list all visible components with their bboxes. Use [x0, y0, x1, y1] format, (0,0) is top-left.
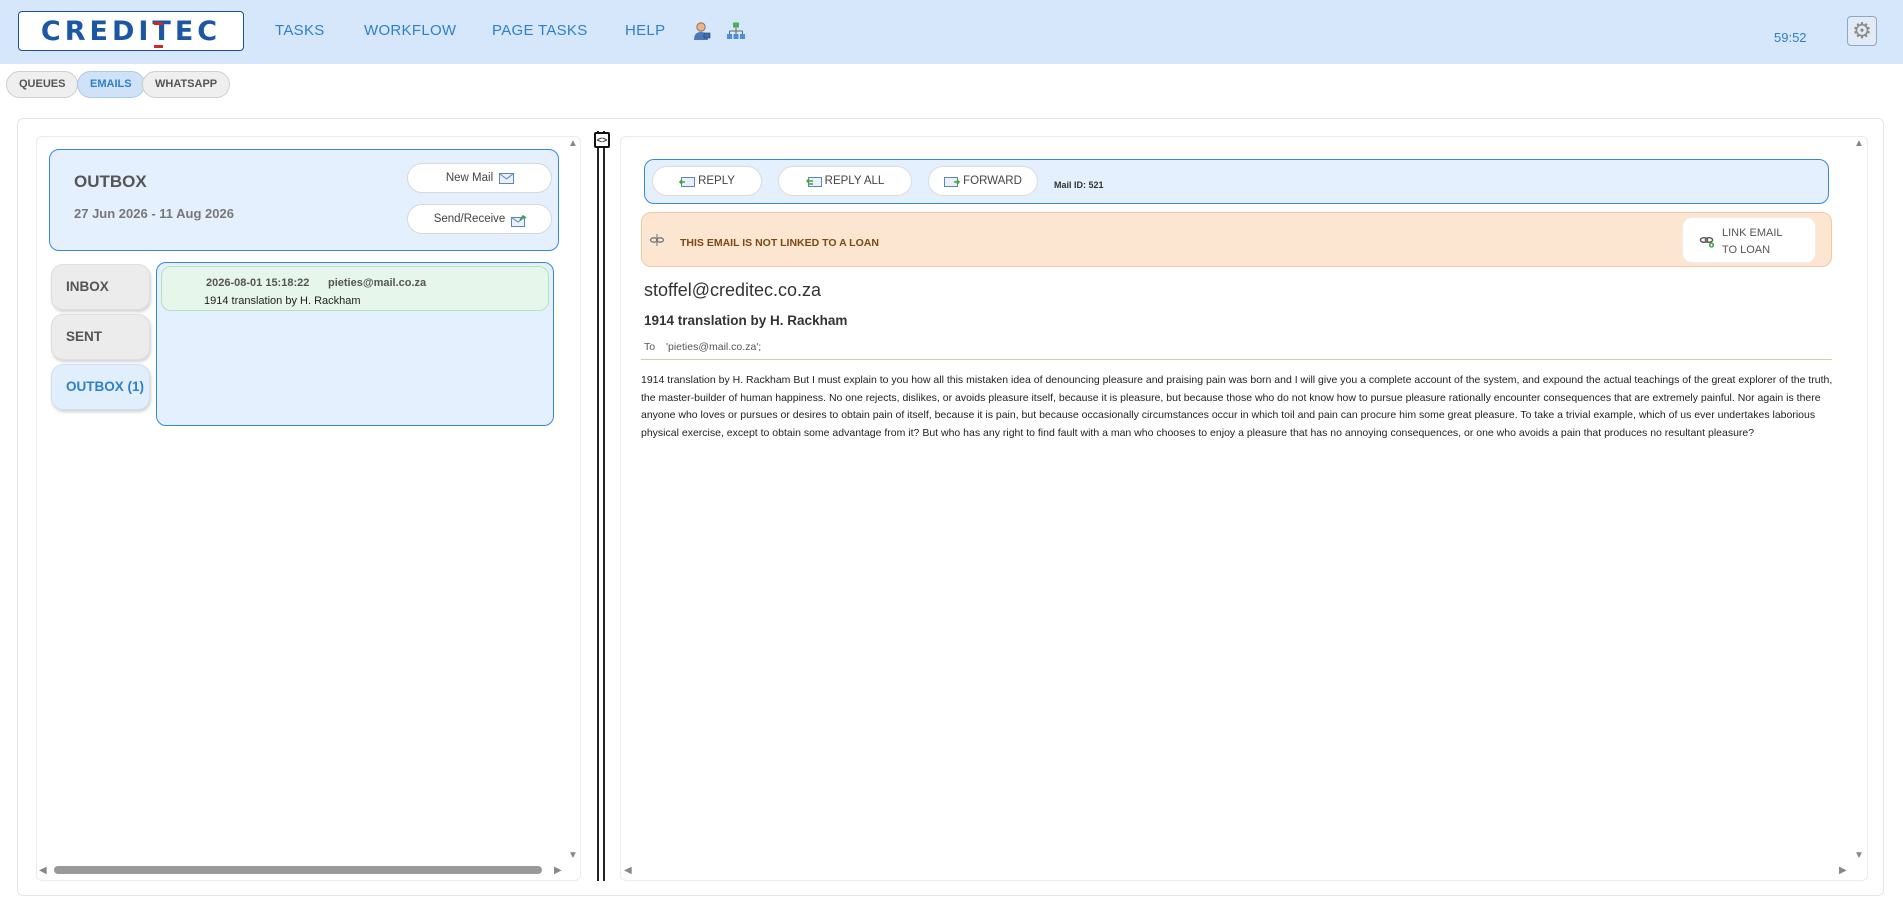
forward-label: FORWARD	[963, 175, 1022, 187]
tab-queues[interactable]: QUEUES	[6, 71, 79, 98]
scroll-right-arrow[interactable]: ▶	[554, 865, 562, 876]
reply-all-button[interactable]: REPLY ALL	[778, 166, 912, 196]
mail-list: 2026-08-01 15:18:22 pieties@mail.co.za 1…	[156, 262, 554, 426]
session-timer: 59:52	[1774, 30, 1807, 45]
send-receive-label: Send/Receive	[433, 213, 506, 225]
user-icon[interactable]	[692, 21, 712, 41]
folder-sent[interactable]: SENT	[51, 314, 150, 360]
scroll-left-arrow[interactable]: ◀	[39, 865, 47, 876]
folder-title: OUTBOX	[74, 172, 147, 191]
reading-scroll-down-arrow[interactable]: ▼	[1854, 850, 1864, 861]
folder-header-card: OUTBOX 27 Jun 2026 - 11 Aug 2026 New Mai…	[49, 149, 559, 251]
link-label-line1: LINK EMAIL	[1722, 227, 1783, 239]
nav-help[interactable]: HELP	[625, 22, 665, 39]
reply-label: REPLY	[698, 175, 735, 187]
reading-scroll-left-arrow[interactable]: ◀	[624, 865, 632, 876]
email-body: 1914 translation by H. Rackham But I mus…	[641, 374, 1833, 439]
send-receive-button[interactable]: Send/Receive	[407, 204, 552, 234]
email-action-bar: REPLY REPLY ALL FORWARD Mail ID: 521	[644, 159, 1829, 204]
scroll-up-arrow[interactable]: ▲	[568, 138, 578, 149]
logo-accent-mark	[153, 21, 163, 48]
new-mail-label: New Mail	[445, 172, 494, 184]
reply-all-icon	[805, 176, 822, 187]
new-mail-button[interactable]: New Mail	[407, 163, 552, 193]
creditec-logo[interactable]: CREDITEC	[18, 11, 244, 51]
panel-splitter[interactable]	[597, 131, 605, 881]
date-range: 27 Jun 2026 - 11 Aug 2026	[74, 206, 234, 221]
top-bar: CREDITEC TASKS WORKFLOW PAGE TASKS HELP …	[0, 0, 1903, 64]
to-label: To	[644, 341, 656, 353]
tab-whatsapp[interactable]: WHATSAPP	[142, 71, 231, 98]
nav-page-tasks[interactable]: PAGE TASKS	[492, 22, 588, 39]
mail-id: Mail ID: 521	[1054, 180, 1104, 190]
loan-link-warning: THIS EMAIL IS NOT LINKED TO A LOAN LINK …	[641, 212, 1832, 267]
header-divider	[641, 359, 1832, 360]
email-from: stoffel@creditec.co.za	[644, 280, 822, 300]
nav-workflow[interactable]: WORKFLOW	[364, 22, 456, 39]
folder-outbox[interactable]: OUTBOX (1)	[51, 364, 150, 410]
gear-icon: ⚙	[1852, 18, 1872, 43]
scroll-down-arrow[interactable]: ▼	[568, 850, 578, 861]
link-email-to-loan-button[interactable]: LINK EMAIL TO LOAN	[1682, 217, 1816, 263]
forward-icon	[944, 176, 961, 187]
tab-emails[interactable]: EMAILS	[77, 71, 145, 98]
unlink-icon	[649, 233, 665, 252]
send-receive-icon	[511, 214, 527, 227]
reply-all-label: REPLY ALL	[824, 175, 885, 187]
warning-text: THIS EMAIL IS NOT LINKED TO A LOAN	[680, 237, 879, 249]
mail-sender: pieties@mail.co.za	[328, 277, 427, 289]
link-label-line2: TO LOAN	[1722, 244, 1771, 256]
splitter-handle-icon[interactable]: <>	[594, 132, 610, 148]
email-subject: 1914 translation by H. Rackham	[644, 313, 848, 328]
envelope-icon	[499, 172, 515, 184]
horizontal-scrollbar[interactable]	[54, 866, 542, 874]
reading-scroll-up-arrow[interactable]: ▲	[1854, 138, 1864, 149]
mail-date: 2026-08-01 15:18:22	[206, 277, 310, 289]
reply-button[interactable]: REPLY	[652, 166, 762, 196]
forward-button[interactable]: FORWARD	[928, 166, 1038, 196]
link-icon	[1699, 234, 1715, 253]
org-chart-icon[interactable]	[726, 21, 746, 41]
to-recipients: 'pieties@mail.co.za';	[666, 341, 762, 353]
settings-button[interactable]: ⚙	[1847, 16, 1877, 46]
mail-subject: 1914 translation by H. Rackham	[204, 295, 361, 307]
list-item[interactable]: 2026-08-01 15:18:22 pieties@mail.co.za 1…	[161, 266, 549, 311]
folder-inbox[interactable]: INBOX	[51, 264, 150, 310]
nav-tasks[interactable]: TASKS	[275, 22, 325, 39]
reading-scroll-right-arrow[interactable]: ▶	[1839, 865, 1847, 876]
logo-text: CREDITEC	[40, 15, 222, 48]
reply-icon	[678, 176, 696, 187]
